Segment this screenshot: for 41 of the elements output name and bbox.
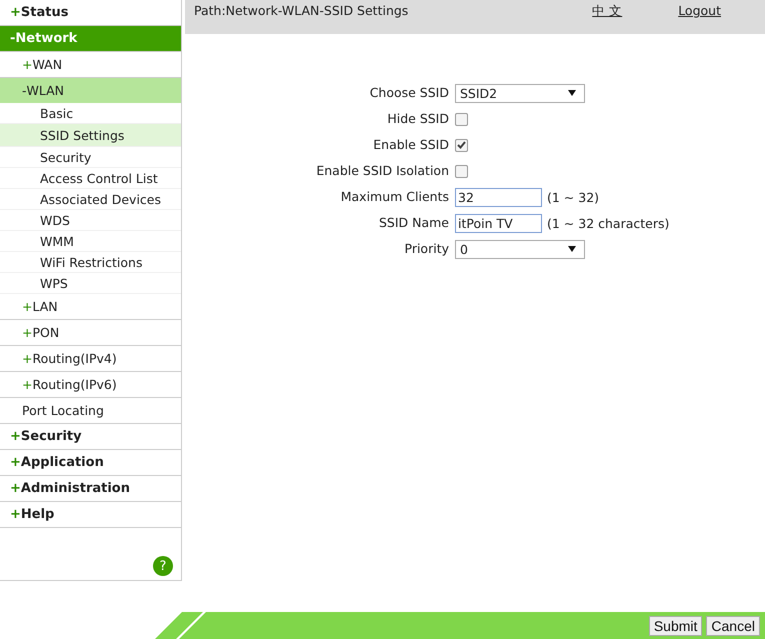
field-label: Enable SSID <box>372 136 449 154</box>
sidebar-item[interactable]: +Security <box>0 424 181 450</box>
field-label: Enable SSID Isolation <box>315 162 449 180</box>
sidebar-item[interactable]: WiFi Restrictions <box>0 252 181 273</box>
field-label: Choose SSID <box>368 84 449 102</box>
sidebar-item[interactable]: +Routing(IPv6) <box>0 372 181 398</box>
sidebar-item[interactable]: WPS <box>0 273 181 294</box>
field-label: Maximum Clients <box>340 188 449 206</box>
sidebar-item[interactable]: -WLAN <box>0 78 181 103</box>
caret-icon <box>568 90 576 96</box>
sidebar-item[interactable]: WMM <box>0 231 181 252</box>
breadcrumb-path: Path:Network-WLAN-SSID Settings <box>194 3 410 18</box>
field-label: Priority <box>404 240 449 258</box>
range-hint: (1 ~ 32) <box>547 190 600 204</box>
sidebar-item[interactable]: +PON <box>0 320 181 346</box>
sidebar-item[interactable]: +LAN <box>0 294 181 320</box>
sidebar-item[interactable]: WDS <box>0 210 181 231</box>
sidebar-item[interactable]: +Help <box>0 502 181 528</box>
sidebar-item[interactable]: Port Locating <box>0 398 181 424</box>
sidebar-item[interactable]: Associated Devices <box>0 189 181 210</box>
input-field[interactable]: 32 <box>455 188 542 206</box>
field-label: SSID Name <box>378 214 449 232</box>
sidebar-item[interactable]: +Administration <box>0 476 181 502</box>
action-button[interactable]: Cancel <box>706 616 760 636</box>
logout-link[interactable]: Logout <box>678 3 721 18</box>
sidebar-item[interactable]: Access Control List <box>0 168 181 189</box>
action-button[interactable]: Submit <box>648 616 702 636</box>
language-link[interactable]: 中 文 <box>592 3 622 20</box>
input-field[interactable]: itPoin TV <box>455 214 542 232</box>
sidebar-item[interactable]: Security <box>0 147 181 168</box>
checkbox[interactable] <box>455 164 468 178</box>
sidebar-item[interactable]: +Routing(IPv4) <box>0 346 181 372</box>
checkbox[interactable] <box>455 138 468 152</box>
range-hint: (1 ~ 32 characters) <box>547 216 670 230</box>
sidebar-item[interactable]: SSID Settings <box>0 124 181 147</box>
sidebar-item[interactable]: +Application <box>0 450 181 476</box>
dropdown[interactable]: 0 <box>455 240 585 258</box>
field-label: Hide SSID <box>386 110 449 128</box>
caret-icon <box>568 246 576 252</box>
dropdown[interactable]: SSID2 <box>455 84 585 102</box>
checkbox[interactable] <box>455 112 468 126</box>
